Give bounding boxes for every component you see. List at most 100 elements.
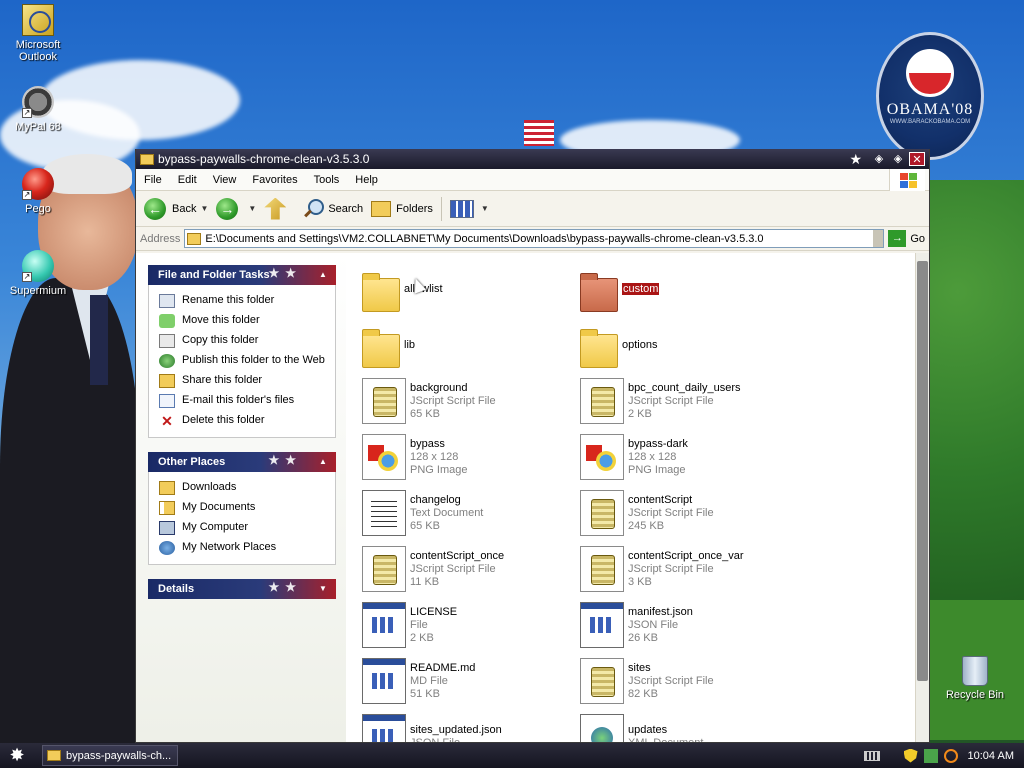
menu-tools[interactable]: Tools (306, 174, 348, 186)
place-my-computer[interactable]: My Computer (149, 518, 335, 538)
file-name: sites_updated.json (410, 724, 502, 736)
title-bar[interactable]: bypass-paywalls-chrome-clean-v3.5.3.0 ★ … (136, 149, 929, 169)
panel-header[interactable]: File and Folder Tasks ★★ ▲ (148, 265, 336, 285)
menu-edit[interactable]: Edit (170, 174, 205, 186)
folder-icon (580, 329, 618, 368)
search-tray-icon[interactable] (943, 748, 958, 763)
file-meta: contentScript_once JScript Script File 11 … (410, 550, 504, 589)
file-item[interactable]: options (572, 317, 790, 373)
file-item[interactable]: lib (354, 317, 572, 373)
task-copy[interactable]: Copy this folder (149, 331, 335, 351)
file-item[interactable]: changelog Text Document 65 KB (354, 485, 572, 541)
file-item[interactable]: bpc_count_daily_users JScript Script File… (572, 373, 790, 429)
place-downloads[interactable]: Downloads (149, 478, 335, 498)
file-type: 128 x 128 (410, 450, 459, 463)
file-item[interactable]: allowlist (354, 261, 572, 317)
desktop-icon-recycle-bin[interactable]: Recycle Bin (940, 656, 1010, 701)
desktop-icon-supermium[interactable]: ↗ Supermium (0, 250, 76, 297)
place-my-documents[interactable]: My Documents (149, 498, 335, 518)
file-type: JScript Script File (628, 394, 714, 407)
file-item[interactable]: contentScript_once JScript Script File 11 … (354, 541, 572, 597)
task-rename[interactable]: Rename this folder (149, 291, 335, 311)
task-share[interactable]: Share this folder (149, 371, 335, 391)
desktop-icon-outlook[interactable]: Microsoft Outlook (0, 4, 76, 63)
file-name: changelog (410, 493, 461, 506)
maximize-button[interactable]: ◈ (890, 152, 906, 166)
chevron-down-icon[interactable]: ▼ (248, 204, 256, 213)
system-tray: 10:04 AM (856, 743, 1024, 768)
folders-button[interactable]: Folders (371, 200, 433, 217)
vertical-scrollbar[interactable] (915, 253, 929, 742)
obama-badge: OBAMA'08 WWW.BARACKOBAMA.COM (876, 32, 984, 160)
back-button[interactable]: ← Back ▼ (144, 197, 208, 220)
file-detail: 65 KB (410, 407, 440, 420)
place-label: Downloads (182, 481, 237, 493)
file-item[interactable]: sites_updated.jsonJSON File (354, 709, 572, 742)
address-field[interactable]: E:\Documents and Settings\VM2.COLLABNET\… (184, 229, 885, 248)
taskbar-window-button[interactable]: bypass-paywalls-ch... (42, 745, 178, 766)
menu-favorites[interactable]: Favorites (244, 174, 305, 186)
shield-icon[interactable] (903, 748, 918, 763)
file-meta: background JScript Script File 65 KB (410, 382, 496, 421)
file-item[interactable]: bypass 128 x 128 PNG Image (354, 429, 572, 485)
file-item[interactable]: updatesXML Document (572, 709, 790, 742)
file-item[interactable]: contentScript_once_var JScript Script Fil… (572, 541, 790, 597)
go-arrow-icon: → (888, 230, 907, 247)
file-item[interactable]: README.md MD File 51 KB (354, 653, 572, 709)
email-icon (159, 394, 175, 408)
menu-help[interactable]: Help (347, 174, 386, 186)
minimize-button[interactable]: ◈ (871, 152, 887, 166)
task-move[interactable]: Move this folder (149, 311, 335, 331)
place-network[interactable]: My Network Places (149, 538, 335, 558)
wallpaper-person (0, 154, 140, 748)
address-dropdown[interactable] (873, 230, 884, 247)
task-delete[interactable]: ✕ Delete this folder (149, 411, 335, 431)
task-email[interactable]: E-mail this folder's files (149, 391, 335, 411)
start-button[interactable]: ✸ (0, 743, 34, 768)
folder-icon (47, 750, 61, 761)
copy-icon (159, 334, 175, 348)
search-button[interactable]: Search (304, 198, 363, 219)
desktop-icon-mypal[interactable]: ↗ MyPal 68 (0, 86, 76, 133)
file-meta: lib (404, 339, 415, 352)
file-item[interactable]: background JScript Script File 65 KB (354, 373, 572, 429)
file-item[interactable]: bypass-dark 128 x 128 PNG Image (572, 429, 790, 485)
chevron-down-icon[interactable]: ▼ (481, 204, 489, 213)
task-publish[interactable]: Publish this folder to the Web (149, 351, 335, 371)
close-button[interactable]: ✕ (909, 152, 925, 166)
file-item[interactable]: LICENSE File 2 KB (354, 597, 572, 653)
file-item[interactable]: manifest.json JSON File 26 KB (572, 597, 790, 653)
task-pane: File and Folder Tasks ★★ ▲ Rename this f… (136, 253, 346, 742)
file-type: JScript Script File (410, 394, 496, 407)
file-item[interactable]: contentScript JScript Script File 245 KB (572, 485, 790, 541)
panel-header[interactable]: Details ★★ ▼ (148, 579, 336, 599)
scrollbar-thumb[interactable] (917, 261, 928, 681)
jscript-icon (362, 546, 406, 592)
file-detail: 3 KB (628, 575, 652, 588)
up-button[interactable] (264, 197, 296, 220)
go-button[interactable]: → Go (888, 230, 925, 247)
clock[interactable]: 10:04 AM (968, 750, 1014, 762)
rename-icon (159, 294, 175, 308)
file-type: File (410, 618, 428, 631)
file-item[interactable]: custom (572, 261, 790, 317)
forward-button[interactable]: → ▼ (216, 197, 256, 220)
collapse-chevron-icon[interactable]: ▲ (316, 268, 330, 282)
place-label: My Network Places (182, 541, 277, 553)
network-tray-icon[interactable] (923, 748, 938, 763)
menu-file[interactable]: File (136, 174, 170, 186)
file-detail: PNG Image (628, 463, 686, 476)
file-name: bypass-dark (628, 437, 688, 450)
file-detail: 51 KB (410, 687, 440, 700)
views-button[interactable]: ▼ (449, 199, 489, 218)
address-label: Address (140, 232, 181, 245)
keyboard-icon[interactable] (863, 750, 880, 761)
file-item[interactable]: sites JScript Script File 82 KB (572, 653, 790, 709)
panel-header[interactable]: Other Places ★★ ▲ (148, 452, 336, 472)
collapse-chevron-icon[interactable]: ▲ (316, 455, 330, 469)
expand-chevron-icon[interactable]: ▼ (316, 582, 330, 596)
task-label: Delete this folder (182, 414, 265, 426)
menu-view[interactable]: View (205, 174, 245, 186)
chevron-down-icon[interactable]: ▼ (200, 204, 208, 213)
desktop-icon-pego[interactable]: ↗ Pego (0, 168, 76, 215)
